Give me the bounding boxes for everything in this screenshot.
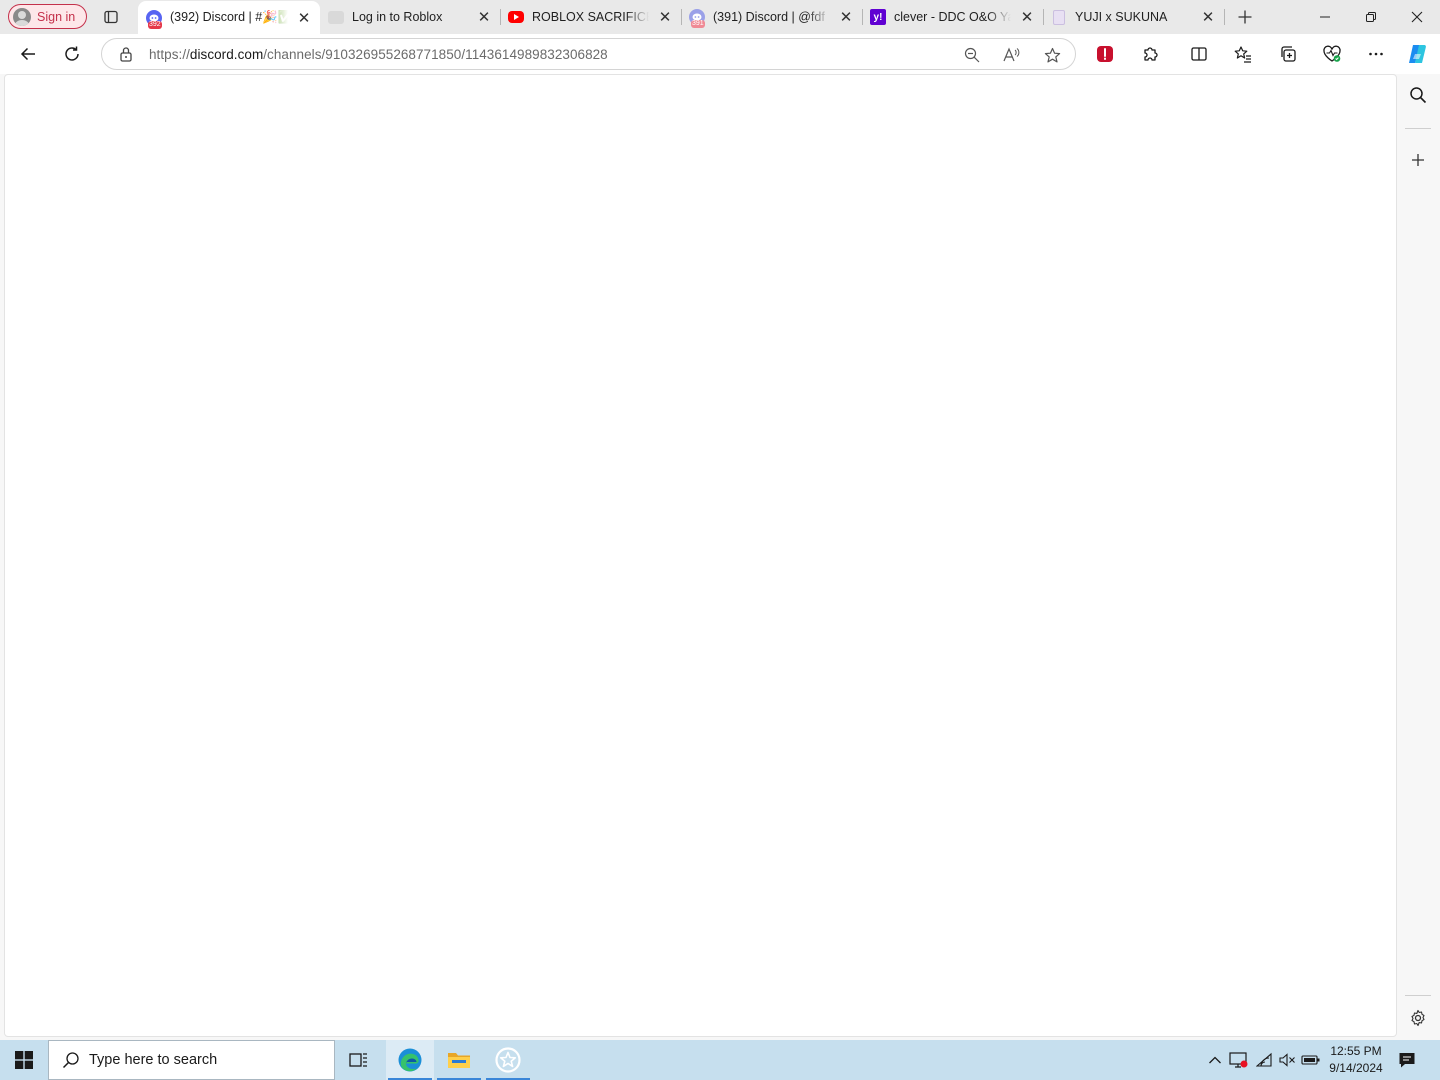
sign-in-label: Sign in [37,9,76,24]
close-tab-icon[interactable]: ✕ [1200,9,1216,26]
back-button[interactable] [17,43,39,65]
zoom-out-icon[interactable] [962,45,982,65]
minimize-button[interactable] [1302,0,1348,34]
favorites-icon[interactable] [1232,43,1254,65]
web-page-content[interactable] [4,74,1397,1037]
refresh-icon [65,46,79,61]
tab-title: clever - DDC O&O Yah [894,10,1011,24]
browser-essentials-icon[interactable] [1321,43,1343,65]
tab-title: ROBLOX SACRIFICE SA [532,10,649,24]
edge-sidebar [1397,74,1440,1040]
sidebar-divider [1405,995,1431,996]
profile-avatar-icon [13,7,31,26]
sidebar-divider [1405,128,1431,129]
windows-taskbar: Type here to search 12:55 PM 9/14/2024 [0,1040,1440,1080]
show-hidden-icons-chevron-up-icon[interactable] [1205,1050,1225,1070]
sidebar-search-icon[interactable] [1407,84,1429,106]
new-tab-button[interactable] [1235,7,1255,27]
close-tab-icon[interactable]: ✕ [1019,9,1035,26]
taskbar-edge-app[interactable] [386,1040,434,1080]
close-tab-icon[interactable]: ✕ [838,9,854,26]
tab-title: YUJI x SUKUNA [1075,10,1168,24]
favorite-star-icon[interactable] [1042,45,1062,65]
volume-muted-icon[interactable] [1277,1050,1297,1070]
tab-title: Log in to Roblox [352,10,443,24]
tab-strip: Sign in 392 (392) Discord | #🎉✅🎉 ✕ Log i… [0,0,1440,34]
close-tab-icon[interactable]: ✕ [476,9,492,26]
settings-more-icon[interactable] [1365,43,1387,65]
roblox-icon [328,10,344,24]
discord-icon: 392 [146,9,162,29]
tab-discord-active[interactable]: 392 (392) Discord | #🎉✅🎉 ✕ [138,1,320,34]
taskbar-search-box[interactable]: Type here to search [48,1040,335,1080]
tab-roblox-login[interactable]: Log in to Roblox ✕ [320,0,500,34]
back-arrow-icon [20,47,35,61]
close-window-button[interactable] [1394,0,1440,34]
collections-icon[interactable] [1277,43,1299,65]
address-bar[interactable]: https://discord.com/channels/91032695526… [101,38,1076,70]
search-placeholder: Type here to search [89,1052,218,1068]
close-icon [1411,11,1423,23]
url-text: https://discord.com/channels/91032695526… [149,47,608,62]
action-center-notification-icon[interactable] [1396,1050,1418,1070]
tab-title: (392) Discord | #🎉✅🎉 [170,10,288,24]
clock-date: 9/14/2024 [1329,1061,1383,1075]
task-view-button[interactable] [335,1040,383,1080]
restore-icon [1366,12,1376,22]
extensions-puzzle-icon[interactable] [1140,43,1162,65]
adblock-extension-icon[interactable] [1094,43,1116,65]
copilot-icon[interactable] [1406,43,1428,65]
taskbar-file-explorer-app[interactable] [435,1040,483,1080]
tab-discord[interactable]: 391 (391) Discord | @fdf ✕ [681,0,862,34]
tab-yahoo[interactable]: y! clever - DDC O&O Yah ✕ [862,0,1043,34]
battery-icon[interactable] [1301,1050,1321,1070]
profile-sign-in-button[interactable]: Sign in [8,4,87,29]
tab-yuji-sukuna[interactable]: YUJI x SUKUNA ✕ [1043,0,1224,34]
split-screen-icon[interactable] [1188,43,1210,65]
close-tab-icon[interactable]: ✕ [296,10,312,27]
minimize-icon [1320,16,1330,18]
network-wifi-icon[interactable] [1255,1050,1275,1070]
tab-title: (391) Discord | @fdf [713,10,825,24]
sidebar-add-icon[interactable] [1407,149,1429,171]
task-view-icon [349,1053,367,1067]
read-aloud-icon[interactable] [1002,45,1022,65]
page-icon [1053,9,1065,25]
youtube-icon [508,11,524,23]
edge-browser-icon [398,1048,422,1072]
yahoo-icon: y! [870,9,886,25]
tab-youtube[interactable]: ROBLOX SACRIFICE SA ✕ [500,0,681,34]
close-tab-icon[interactable]: ✕ [657,9,673,26]
taskbar-clock[interactable]: 12:55 PM 9/14/2024 [1322,1043,1390,1077]
tab-separator [1224,9,1225,25]
plus-icon [1238,10,1252,24]
address-toolbar: https://discord.com/channels/91032695526… [0,34,1440,74]
windows-logo-icon [15,1051,33,1069]
taskbar-roblox-studio-app[interactable] [484,1040,532,1080]
search-icon [61,1050,81,1070]
start-button[interactable] [0,1040,48,1080]
restore-button[interactable] [1348,0,1394,34]
lock-icon[interactable] [119,46,133,65]
folder-icon [448,1053,470,1068]
refresh-button[interactable] [61,43,83,65]
roblox-studio-icon [495,1047,521,1073]
sidebar-settings-gear-icon[interactable] [1407,1007,1429,1029]
discord-icon: 391 [689,9,705,28]
clock-time: 12:55 PM [1330,1044,1382,1058]
security-alert-icon[interactable] [1229,1050,1249,1070]
tab-actions-icon[interactable] [101,7,121,27]
